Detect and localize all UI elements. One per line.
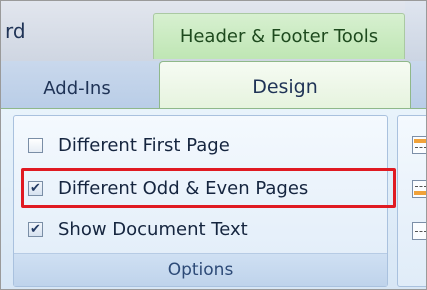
ribbon-body: Different First Page ✔ Different Odd & E… [1,108,426,289]
insert-alignment-tab-icon[interactable] [412,222,426,240]
header-position-icon[interactable] [412,136,426,154]
contextual-tab-group-label: Header & Footer Tools [153,13,405,59]
position-group [397,115,426,287]
different-odd-even-pages-checkbox[interactable]: ✔ [28,180,43,196]
options-group-label: Options [14,253,387,286]
different-first-page-label: Different First Page [58,134,230,156]
option-show-document-text[interactable]: ✔ Show Document Text [28,214,378,244]
title-bar: rd Header & Footer Tools [1,1,426,61]
ribbon-screenshot: rd Header & Footer Tools Add-Ins Design … [0,0,427,290]
footer-position-icon[interactable] [412,180,426,198]
option-different-odd-even-pages[interactable]: ✔ Different Odd & Even Pages [28,173,378,203]
different-odd-even-pages-label: Different Odd & Even Pages [58,177,309,199]
options-group: Different First Page ✔ Different Odd & E… [13,115,396,287]
app-title: rd [5,19,26,43]
show-document-text-label: Show Document Text [58,218,248,240]
title-bar-edge [405,1,426,61]
show-document-text-checkbox[interactable]: ✔ [28,221,43,237]
tab-add-ins[interactable]: Add-Ins [1,67,153,109]
option-different-first-page[interactable]: Different First Page [28,130,378,160]
tab-design[interactable]: Design [159,61,411,111]
tab-row: Add-Ins Design [1,61,426,111]
different-first-page-checkbox[interactable] [28,137,43,153]
